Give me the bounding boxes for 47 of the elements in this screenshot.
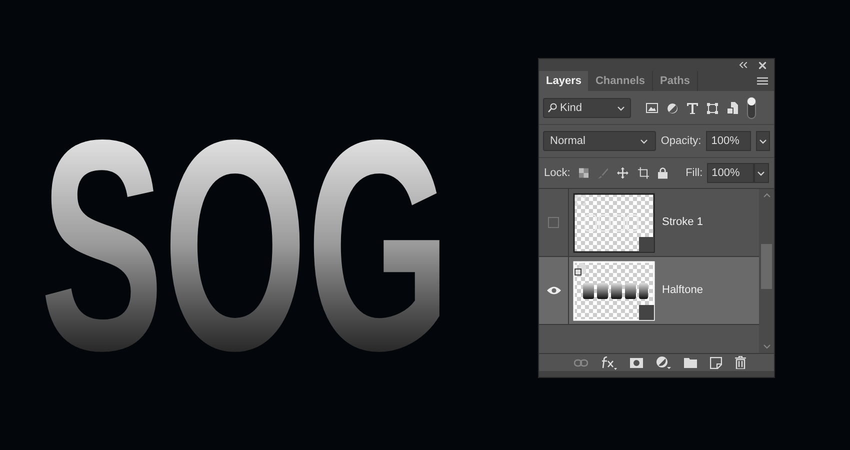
adjustment-icon[interactable]	[656, 356, 671, 369]
chevron-icon[interactable]	[756, 168, 766, 178]
blend-mode-value: Normal	[550, 134, 586, 149]
collapse-icon[interactable]	[739, 62, 747, 68]
chevron-icon[interactable]	[616, 104, 626, 112]
field-value: 100%	[712, 166, 740, 181]
fill-field[interactable]: 100%	[706, 163, 754, 183]
layer-row[interactable]: Stroke 1	[539, 189, 759, 257]
panel-tab[interactable]: Layers	[539, 71, 588, 91]
layer-name: Halftone	[662, 283, 703, 298]
search-icon[interactable]	[548, 103, 557, 113]
fill-dropdown[interactable]	[754, 163, 770, 183]
toggle-icon[interactable]	[747, 97, 756, 119]
folder-icon[interactable]	[684, 358, 697, 368]
blend-mode-dropdown[interactable]: Normal	[543, 131, 656, 151]
opacity-field[interactable]: 100%	[706, 131, 751, 151]
scrollbar-thumb[interactable]	[761, 244, 772, 289]
close-icon[interactable]	[759, 62, 766, 68]
mask-icon[interactable]	[630, 358, 643, 368]
eye-icon[interactable]	[546, 286, 560, 295]
opacity-label: Opacity:	[660, 134, 702, 149]
chevron-icon[interactable]	[638, 136, 649, 146]
layer-name: Stroke 1	[662, 215, 703, 230]
scroll-down-icon[interactable]	[762, 344, 770, 349]
type-icon[interactable]	[687, 102, 698, 114]
scroll-up-icon[interactable]	[762, 193, 770, 198]
fill-label: Fill:	[686, 166, 703, 181]
smart-object-icon[interactable]	[727, 102, 738, 114]
lock-label: Lock:	[544, 166, 570, 181]
chevron-icon[interactable]	[758, 136, 768, 146]
crop-icon[interactable]	[638, 167, 650, 179]
image-icon[interactable]	[646, 103, 658, 113]
move-icon[interactable]	[617, 167, 629, 179]
fx-icon[interactable]	[601, 356, 617, 370]
layer-row[interactable]: Halftone	[539, 257, 759, 325]
trash-icon[interactable]	[735, 356, 746, 369]
field-value: 100%	[711, 134, 740, 149]
transform-icon[interactable]	[707, 102, 718, 114]
filter-dropdown[interactable]: Kind	[543, 98, 631, 118]
checker-icon[interactable]	[579, 168, 589, 178]
new-layer-icon[interactable]	[710, 356, 722, 368]
menu-icon[interactable]	[757, 77, 768, 85]
half-circle-icon[interactable]	[667, 102, 678, 114]
lock-icon[interactable]	[658, 167, 668, 179]
filter-value: Kind	[560, 100, 584, 116]
opacity-dropdown[interactable]	[756, 131, 770, 151]
scrollbar[interactable]	[759, 189, 774, 353]
